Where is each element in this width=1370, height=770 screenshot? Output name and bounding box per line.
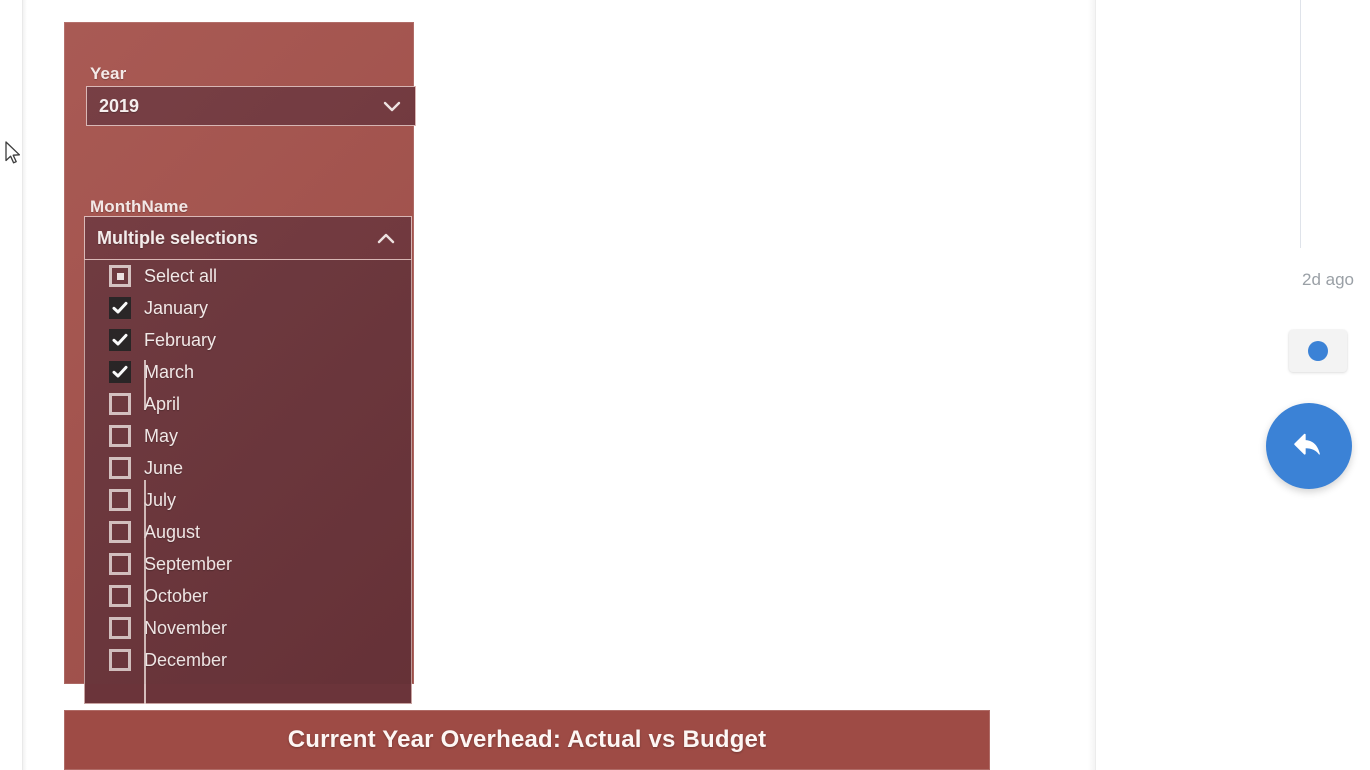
checkbox-unchecked-icon[interactable] <box>109 457 131 479</box>
checkbox-unchecked-icon[interactable] <box>109 617 131 639</box>
year-slicer-value: 2019 <box>99 95 140 116</box>
content-divider <box>1095 0 1096 770</box>
monthname-option-label: February <box>144 329 217 350</box>
slicer-panel: Year 2019 MonthName Multiple selections … <box>64 22 416 704</box>
monthname-option-label: December <box>144 649 228 670</box>
monthname-option-row[interactable]: October <box>85 580 411 612</box>
checkbox-unchecked-icon[interactable] <box>109 521 131 543</box>
monthname-option-row[interactable]: August <box>85 516 411 548</box>
monthname-slicer-label: MonthName <box>90 197 189 216</box>
monthname-option-row[interactable]: June <box>85 452 411 484</box>
app-root: Year 2019 MonthName Multiple selections … <box>0 0 1370 770</box>
monthname-option-label: Select all <box>144 265 218 286</box>
monthname-option-row[interactable]: September <box>85 548 411 580</box>
list-accent-upper <box>144 360 146 410</box>
monthname-option-list[interactable]: Select all January February March April May Ju… <box>84 260 412 704</box>
chart-title: Current Year Overhead: Actual vs Budget <box>287 726 767 753</box>
checkbox-unchecked-icon[interactable] <box>109 425 131 447</box>
reply-arrow-icon <box>1289 426 1329 466</box>
checkbox-unchecked-icon[interactable] <box>109 489 131 511</box>
monthname-option-label: May <box>144 425 179 446</box>
right-rail-divider <box>1300 0 1301 248</box>
timestamp-label: 2d ago <box>1302 270 1354 289</box>
content-divider-shadow <box>1088 0 1095 770</box>
chevron-down-icon[interactable] <box>379 93 405 119</box>
monthname-option-row[interactable]: Select all <box>85 260 411 292</box>
chart-title-bar: Current Year Overhead: Actual vs Budget <box>64 710 990 770</box>
monthname-option-row[interactable]: January <box>85 292 411 324</box>
checkbox-unchecked-icon[interactable] <box>109 649 131 671</box>
monthname-slicer-value: Multiple selections <box>97 227 259 248</box>
monthname-option-label: November <box>144 617 228 638</box>
monthname-option-label: August <box>144 521 201 542</box>
year-slicer-label: Year <box>90 64 127 83</box>
checkbox-unchecked-icon[interactable] <box>109 393 131 415</box>
monthname-option-row[interactable]: May <box>85 420 411 452</box>
list-accent-lower <box>144 480 146 704</box>
monthname-option-label: April <box>144 393 181 414</box>
checkbox-unchecked-icon[interactable] <box>109 585 131 607</box>
monthname-option-row[interactable]: February <box>85 324 411 356</box>
blue-dot-icon <box>1308 341 1328 361</box>
monthname-option-row[interactable]: July <box>85 484 411 516</box>
checkbox-indeterminate-icon[interactable] <box>109 265 131 287</box>
monthname-option-row[interactable]: November <box>85 612 411 644</box>
monthname-option-label: March <box>144 361 195 382</box>
monthname-option-row[interactable]: March <box>85 356 411 388</box>
monthname-option-label: January <box>144 297 209 318</box>
left-frame-shadow <box>23 0 27 770</box>
reply-button[interactable] <box>1266 403 1352 489</box>
monthname-option-row[interactable]: December <box>85 644 411 676</box>
monthname-option-label: October <box>144 585 209 606</box>
year-slicer-dropdown[interactable]: 2019 <box>86 86 416 126</box>
checkbox-checked-icon[interactable] <box>109 297 131 319</box>
monthname-option-label: July <box>144 489 177 510</box>
status-dot-card[interactable] <box>1289 330 1347 372</box>
monthname-option-label: June <box>144 457 184 478</box>
monthname-option-row[interactable]: April <box>85 388 411 420</box>
checkbox-checked-icon[interactable] <box>109 361 131 383</box>
checkbox-checked-icon[interactable] <box>109 329 131 351</box>
mouse-pointer-icon <box>4 140 24 168</box>
monthname-slicer-dropdown[interactable]: Multiple selections <box>84 216 412 260</box>
chevron-up-icon[interactable] <box>373 225 399 251</box>
checkbox-unchecked-icon[interactable] <box>109 553 131 575</box>
monthname-option-label: September <box>144 553 233 574</box>
